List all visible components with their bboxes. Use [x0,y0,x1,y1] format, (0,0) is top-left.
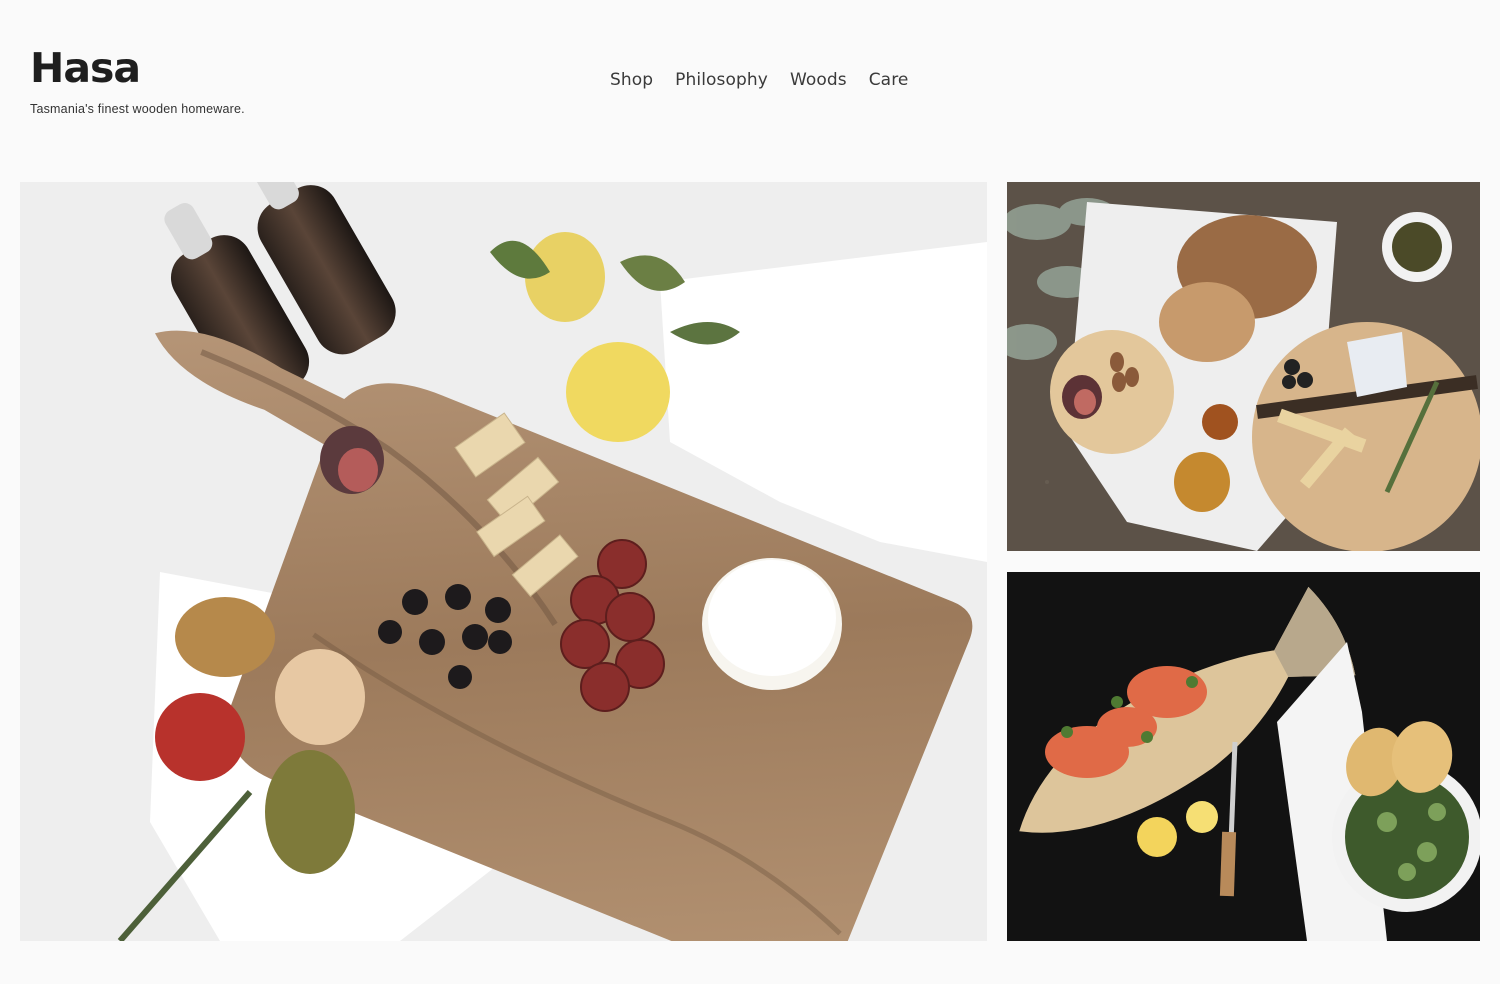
gallery-item-paddle-board[interactable] [20,182,987,941]
fish-board-photo [1007,572,1480,941]
nav-shop-link[interactable]: Shop [610,70,653,90]
gallery-item-fish-board[interactable] [1007,572,1480,941]
site-header: Hasa Tasmania's finest wooden homeware. … [0,0,1500,180]
nav-woods-link[interactable]: Woods [790,70,847,90]
paddle-board-photo [20,182,987,941]
gallery-item-round-boards[interactable] [1007,182,1480,551]
site-tagline: Tasmania's finest wooden homeware. [30,102,245,116]
round-boards-photo [1007,182,1480,551]
main-nav: Shop Philosophy Woods Care [610,70,908,90]
nav-care-link[interactable]: Care [869,70,909,90]
brand-name: Hasa [30,44,141,92]
brand-logo-link[interactable]: Hasa [30,44,141,92]
nav-philosophy-link[interactable]: Philosophy [675,70,768,90]
